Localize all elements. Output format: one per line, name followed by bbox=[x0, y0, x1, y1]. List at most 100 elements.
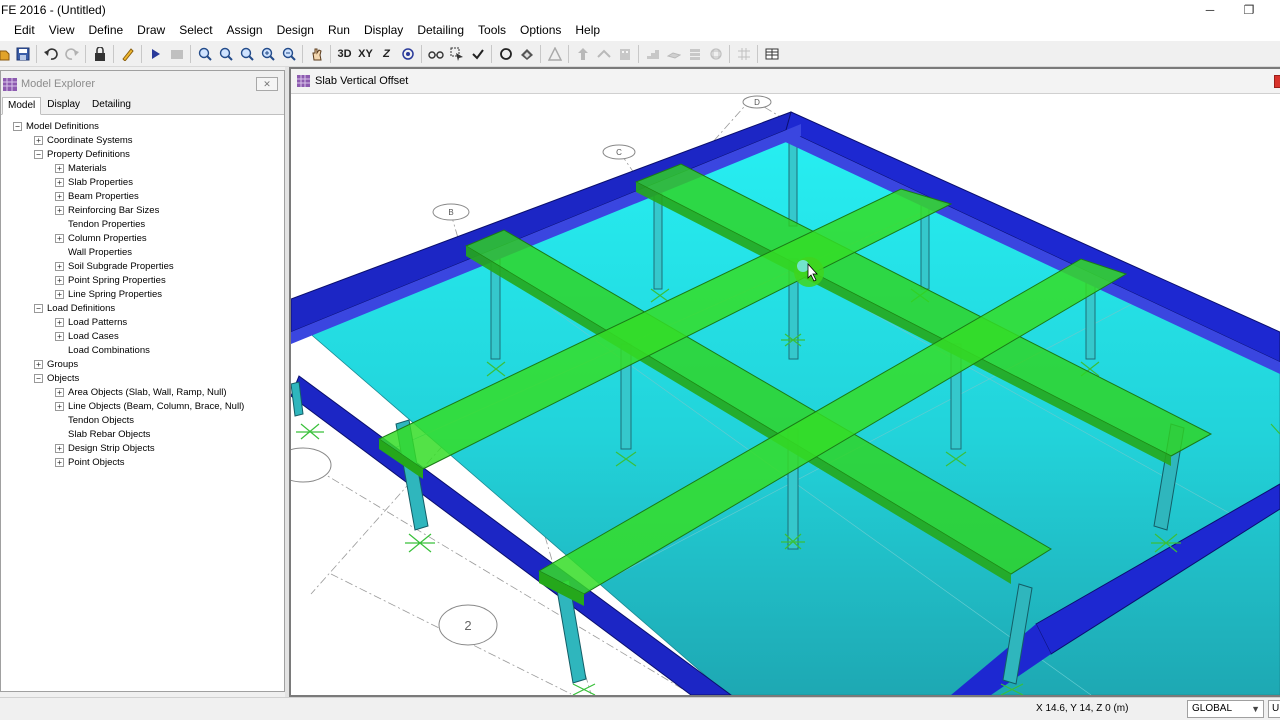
menu-assign[interactable]: Assign bbox=[220, 20, 270, 41]
shape-icon[interactable] bbox=[593, 43, 614, 64]
tree-item[interactable]: Tendon Objects bbox=[55, 413, 134, 427]
expand-icon[interactable]: + bbox=[55, 457, 64, 467]
expand-icon[interactable]: + bbox=[55, 205, 64, 215]
expand-icon[interactable]: + bbox=[55, 401, 64, 411]
frame-icon[interactable] bbox=[705, 43, 726, 64]
tree-item[interactable]: Tendon Properties bbox=[55, 217, 145, 231]
menu-draw[interactable]: Draw bbox=[130, 20, 172, 41]
structure-3d-view[interactable]: D C B 2 bbox=[291, 94, 1280, 695]
tree-item[interactable]: + Line Spring Properties bbox=[55, 287, 162, 301]
expand-icon[interactable]: + bbox=[34, 135, 43, 145]
coordinate-system-select[interactable]: GLOBAL ▼ bbox=[1187, 700, 1264, 718]
tree-item[interactable]: Wall Properties bbox=[55, 245, 132, 259]
tree-item[interactable]: − Load Definitions bbox=[34, 301, 115, 315]
expand-icon[interactable]: + bbox=[34, 359, 43, 369]
minimize-button[interactable]: ─ bbox=[1190, 0, 1230, 20]
circle-icon[interactable] bbox=[495, 43, 516, 64]
menu-tools[interactable]: Tools bbox=[471, 20, 513, 41]
expand-icon[interactable]: + bbox=[55, 387, 64, 397]
menu-view[interactable]: View bbox=[42, 20, 82, 41]
view-3d-button[interactable]: 3D bbox=[334, 43, 355, 64]
expand-icon[interactable]: + bbox=[55, 443, 64, 453]
view-z-button[interactable]: Z bbox=[376, 43, 397, 64]
check-icon[interactable] bbox=[467, 43, 488, 64]
expand-icon[interactable]: + bbox=[55, 233, 64, 243]
collapse-icon[interactable]: − bbox=[34, 149, 43, 159]
zoom-restore-icon[interactable] bbox=[215, 43, 236, 64]
grid-icon[interactable] bbox=[733, 43, 754, 64]
menu-display[interactable]: Display bbox=[357, 20, 410, 41]
open-icon[interactable] bbox=[0, 43, 12, 64]
pencil-icon[interactable] bbox=[117, 43, 138, 64]
collapse-icon[interactable]: − bbox=[34, 303, 43, 313]
zoom-in-icon[interactable] bbox=[236, 43, 257, 64]
tree-item[interactable]: Slab Rebar Objects bbox=[55, 427, 150, 441]
menu-help[interactable]: Help bbox=[568, 20, 607, 41]
view-xy-button[interactable]: XY bbox=[355, 43, 376, 64]
collapse-icon[interactable]: − bbox=[13, 121, 22, 131]
tree-item[interactable]: + Reinforcing Bar Sizes bbox=[55, 203, 159, 217]
tab-detailing[interactable]: Detailing bbox=[86, 96, 137, 114]
tree-item[interactable]: + Line Objects (Beam, Column, Brace, Null… bbox=[55, 399, 244, 413]
tree-item[interactable]: + Soil Subgrade Properties bbox=[55, 259, 174, 273]
tree-item[interactable]: Load Combinations bbox=[55, 343, 150, 357]
tree-item[interactable]: + Slab Properties bbox=[55, 175, 133, 189]
zoom-window-icon[interactable] bbox=[194, 43, 215, 64]
pan-icon[interactable] bbox=[306, 43, 327, 64]
undo-icon[interactable] bbox=[40, 43, 61, 64]
zoom-minus-icon[interactable] bbox=[278, 43, 299, 64]
menu-design[interactable]: Design bbox=[270, 20, 321, 41]
menu-run[interactable]: Run bbox=[321, 20, 357, 41]
menu-edit[interactable]: Edit bbox=[7, 20, 42, 41]
expand-icon[interactable]: + bbox=[55, 317, 64, 327]
move-up-icon[interactable] bbox=[572, 43, 593, 64]
tree-item[interactable]: − Model Definitions bbox=[13, 119, 99, 133]
tree-item[interactable]: + Design Strip Objects bbox=[55, 441, 155, 455]
tree-item[interactable]: + Point Spring Properties bbox=[55, 273, 166, 287]
building-icon[interactable] bbox=[614, 43, 635, 64]
menu-options[interactable]: Options bbox=[513, 20, 568, 41]
expand-icon[interactable]: + bbox=[55, 191, 64, 201]
run-icon[interactable] bbox=[145, 43, 166, 64]
slab-icon[interactable] bbox=[663, 43, 684, 64]
tilt-icon[interactable] bbox=[516, 43, 537, 64]
tree-item[interactable]: − Property Definitions bbox=[34, 147, 130, 161]
expand-icon[interactable]: + bbox=[55, 177, 64, 187]
tree-item[interactable]: + Area Objects (Slab, Wall, Ramp, Null) bbox=[55, 385, 227, 399]
menu-select[interactable]: Select bbox=[172, 20, 219, 41]
table-icon[interactable] bbox=[761, 43, 782, 64]
save-icon[interactable] bbox=[12, 43, 33, 64]
select-icon[interactable] bbox=[446, 43, 467, 64]
viewport-close-icon[interactable] bbox=[1274, 75, 1280, 88]
collapse-icon[interactable]: − bbox=[34, 373, 43, 383]
expand-icon[interactable]: + bbox=[55, 275, 64, 285]
tree-item[interactable]: + Beam Properties bbox=[55, 189, 139, 203]
tree-item[interactable]: + Materials bbox=[55, 161, 107, 175]
expand-icon[interactable]: + bbox=[55, 289, 64, 299]
zoom-plus-icon[interactable] bbox=[257, 43, 278, 64]
tree-item[interactable]: + Groups bbox=[34, 357, 78, 371]
menu-define[interactable]: Define bbox=[81, 20, 130, 41]
close-icon[interactable]: ✕ bbox=[256, 77, 278, 91]
stack-icon[interactable] bbox=[684, 43, 705, 64]
menu-detailing[interactable]: Detailing bbox=[410, 20, 471, 41]
glasses-icon[interactable] bbox=[425, 43, 446, 64]
tab-display[interactable]: Display bbox=[41, 96, 86, 114]
expand-icon[interactable]: + bbox=[55, 163, 64, 173]
warning-icon[interactable] bbox=[544, 43, 565, 64]
tree-item[interactable]: + Point Objects bbox=[55, 455, 125, 469]
run-all-icon[interactable] bbox=[166, 43, 187, 64]
rotate-icon[interactable] bbox=[397, 43, 418, 64]
tree-item[interactable]: + Column Properties bbox=[55, 231, 147, 245]
stairs-icon[interactable] bbox=[642, 43, 663, 64]
lock-icon[interactable] bbox=[89, 43, 110, 64]
model-3d-canvas[interactable]: D C B 2 bbox=[291, 94, 1280, 695]
expand-icon[interactable]: + bbox=[55, 331, 64, 341]
tree-item[interactable]: − Objects bbox=[34, 371, 79, 385]
restore-button[interactable]: ❐ bbox=[1229, 0, 1269, 20]
tab-model[interactable]: Model bbox=[2, 97, 42, 115]
tree-item[interactable]: + Coordinate Systems bbox=[34, 133, 133, 147]
tree-item[interactable]: + Load Cases bbox=[55, 329, 119, 343]
expand-icon[interactable]: + bbox=[55, 261, 64, 271]
tree-item[interactable]: + Load Patterns bbox=[55, 315, 127, 329]
